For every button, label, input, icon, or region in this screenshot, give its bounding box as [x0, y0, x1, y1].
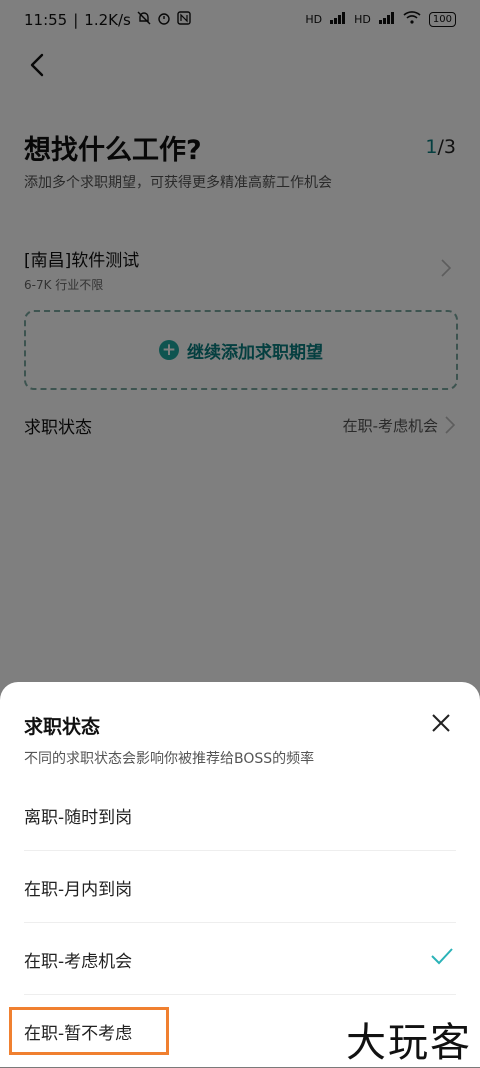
watermark: 大玩客 — [346, 1020, 472, 1066]
close-button[interactable] — [430, 712, 452, 734]
close-icon — [432, 714, 450, 732]
option-label: 在职-月内到岗 — [24, 880, 133, 900]
highlight-annotation — [9, 1007, 169, 1055]
status-option-employed-considering[interactable]: 在职-考虑机会 — [24, 923, 456, 995]
status-option-resigned[interactable]: 离职-随时到岗 — [24, 779, 456, 851]
status-option-employed-within-month[interactable]: 在职-月内到岗 — [24, 851, 456, 923]
sheet-description: 不同的求职状态会影响你被推荐给BOSS的频率 — [24, 751, 315, 767]
sheet-title: 求职状态 — [24, 716, 101, 738]
option-label: 在职-考虑机会 — [24, 952, 133, 972]
option-label: 离职-随时到岗 — [24, 808, 133, 828]
check-icon — [431, 948, 453, 965]
